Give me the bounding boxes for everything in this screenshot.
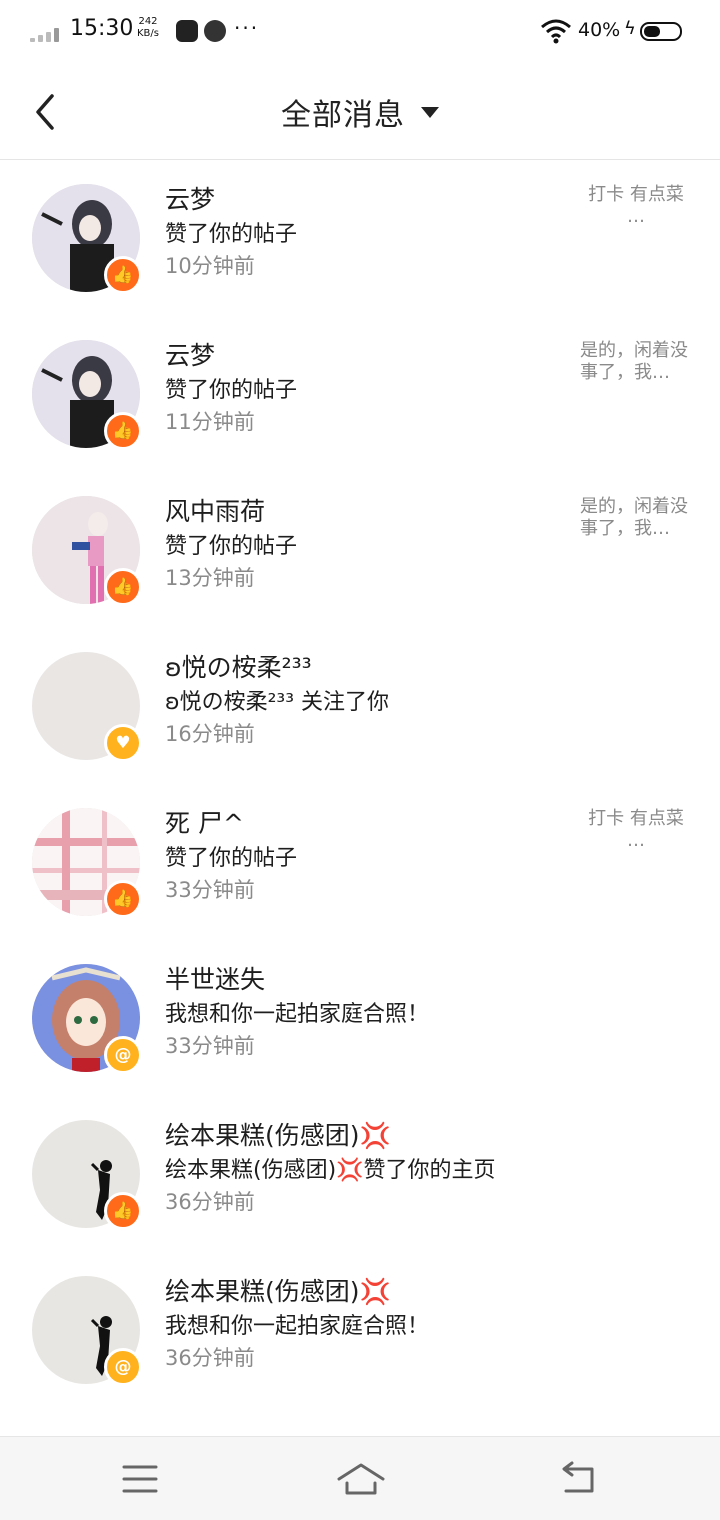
thumbs-up-icon: 👍 <box>104 568 142 606</box>
message-text: 赞了你的帖子 <box>165 222 298 247</box>
timestamp: 36分钟前 <box>165 1346 255 1370</box>
sender-name[interactable]: ʚ悦の桉柔²³³ <box>165 648 312 684</box>
bag-icon <box>176 20 198 42</box>
wifi-icon <box>541 19 571 44</box>
more-notifications-icon: ··· <box>234 16 260 40</box>
page-title: 全部消息 <box>281 98 405 133</box>
sender-name[interactable]: 风中雨荷 <box>165 492 265 528</box>
post-preview[interactable]: 打卡 有点菜 … <box>580 184 692 228</box>
app-notification-icon <box>204 20 226 42</box>
heart-icon: ♥ <box>104 724 142 762</box>
message-text: ʚ悦の桉柔²³³ 关注了你 <box>165 690 390 715</box>
clock: 15:30 <box>70 16 134 41</box>
post-preview[interactable]: 打卡 有点菜 … <box>580 808 692 852</box>
thumbs-up-icon: 👍 <box>104 880 142 918</box>
timestamp: 33分钟前 <box>165 878 255 902</box>
message-item[interactable]: 👍 云梦 赞了你的帖子 11分钟前 是的，闲着没事了，我… <box>0 316 720 472</box>
sender-name[interactable]: 死 尸^ <box>165 804 244 840</box>
thumbs-up-icon: 👍 <box>104 1192 142 1230</box>
return-icon[interactable] <box>558 1459 602 1499</box>
sender-name[interactable]: 半世迷失 <box>165 960 265 996</box>
sender-name[interactable]: 云梦 <box>165 336 215 372</box>
message-text: 赞了你的帖子 <box>165 846 298 871</box>
message-item[interactable]: 👍 死 尸^ 赞了你的帖子 33分钟前 打卡 有点菜 … <box>0 784 720 940</box>
message-item[interactable]: ♥ ʚ悦の桉柔²³³ ʚ悦の桉柔²³³ 关注了你 16分钟前 <box>0 628 720 784</box>
thumbs-up-icon: 👍 <box>104 412 142 450</box>
timestamp: 33分钟前 <box>165 1034 255 1058</box>
at-mention-icon: @ <box>104 1036 142 1074</box>
speed-value: 242 <box>138 16 158 27</box>
timestamp: 11分钟前 <box>165 410 255 434</box>
post-preview[interactable]: 是的，闲着没事了，我… <box>580 496 692 540</box>
sender-name[interactable]: 绘本果糕(伤感团)💢 <box>165 1116 391 1152</box>
message-item[interactable]: 👍 绘本果糕(伤感团)💢 绘本果糕(伤感团)💢赞了你的主页 36分钟前 <box>0 1096 720 1252</box>
status-bar: 15:30 242 KB/s ··· 40% ϟ <box>0 0 720 64</box>
top-bar: 全部消息 <box>0 64 720 160</box>
message-item[interactable]: 👍 风中雨荷 赞了你的帖子 13分钟前 是的，闲着没事了，我… <box>0 472 720 628</box>
speed-unit: KB/s <box>137 28 159 39</box>
message-list: 👍 云梦 赞了你的帖子 10分钟前 打卡 有点菜 … 👍 云梦 赞了你的帖子 1… <box>0 160 720 1408</box>
signal-icon <box>30 26 62 42</box>
timestamp: 10分钟前 <box>165 254 255 278</box>
caret-down-icon <box>421 106 439 118</box>
message-text: 绘本果糕(伤感团)💢赞了你的主页 <box>165 1158 496 1183</box>
timestamp: 36分钟前 <box>165 1190 255 1214</box>
message-item[interactable]: 👍 云梦 赞了你的帖子 10分钟前 打卡 有点菜 … <box>0 160 720 316</box>
timestamp: 13分钟前 <box>165 566 255 590</box>
home-icon[interactable] <box>336 1459 386 1499</box>
message-text: 赞了你的帖子 <box>165 378 298 403</box>
message-text: 我想和你一起拍家庭合照！ <box>165 1314 430 1339</box>
at-mention-icon: @ <box>104 1348 142 1386</box>
message-text: 我想和你一起拍家庭合照！ <box>165 1002 430 1027</box>
sender-name[interactable]: 绘本果糕(伤感团)💢 <box>165 1272 391 1308</box>
network-speed: 242 KB/s <box>134 16 162 40</box>
timestamp: 16分钟前 <box>165 722 255 746</box>
navigation-bar <box>0 1436 720 1520</box>
message-text: 赞了你的帖子 <box>165 534 298 559</box>
post-preview[interactable]: 是的，闲着没事了，我… <box>580 340 692 384</box>
title-dropdown[interactable]: 全部消息 <box>0 64 720 160</box>
battery-icon <box>640 22 682 41</box>
message-item[interactable]: @ 绘本果糕(伤感团)💢 我想和你一起拍家庭合照！ 36分钟前 <box>0 1252 720 1408</box>
menu-icon[interactable] <box>118 1459 162 1499</box>
battery-percent: 40% <box>578 19 621 41</box>
sender-name[interactable]: 云梦 <box>165 180 215 216</box>
charging-icon: ϟ <box>624 18 636 39</box>
message-item[interactable]: @ 半世迷失 我想和你一起拍家庭合照！ 33分钟前 <box>0 940 720 1096</box>
thumbs-up-icon: 👍 <box>104 256 142 294</box>
